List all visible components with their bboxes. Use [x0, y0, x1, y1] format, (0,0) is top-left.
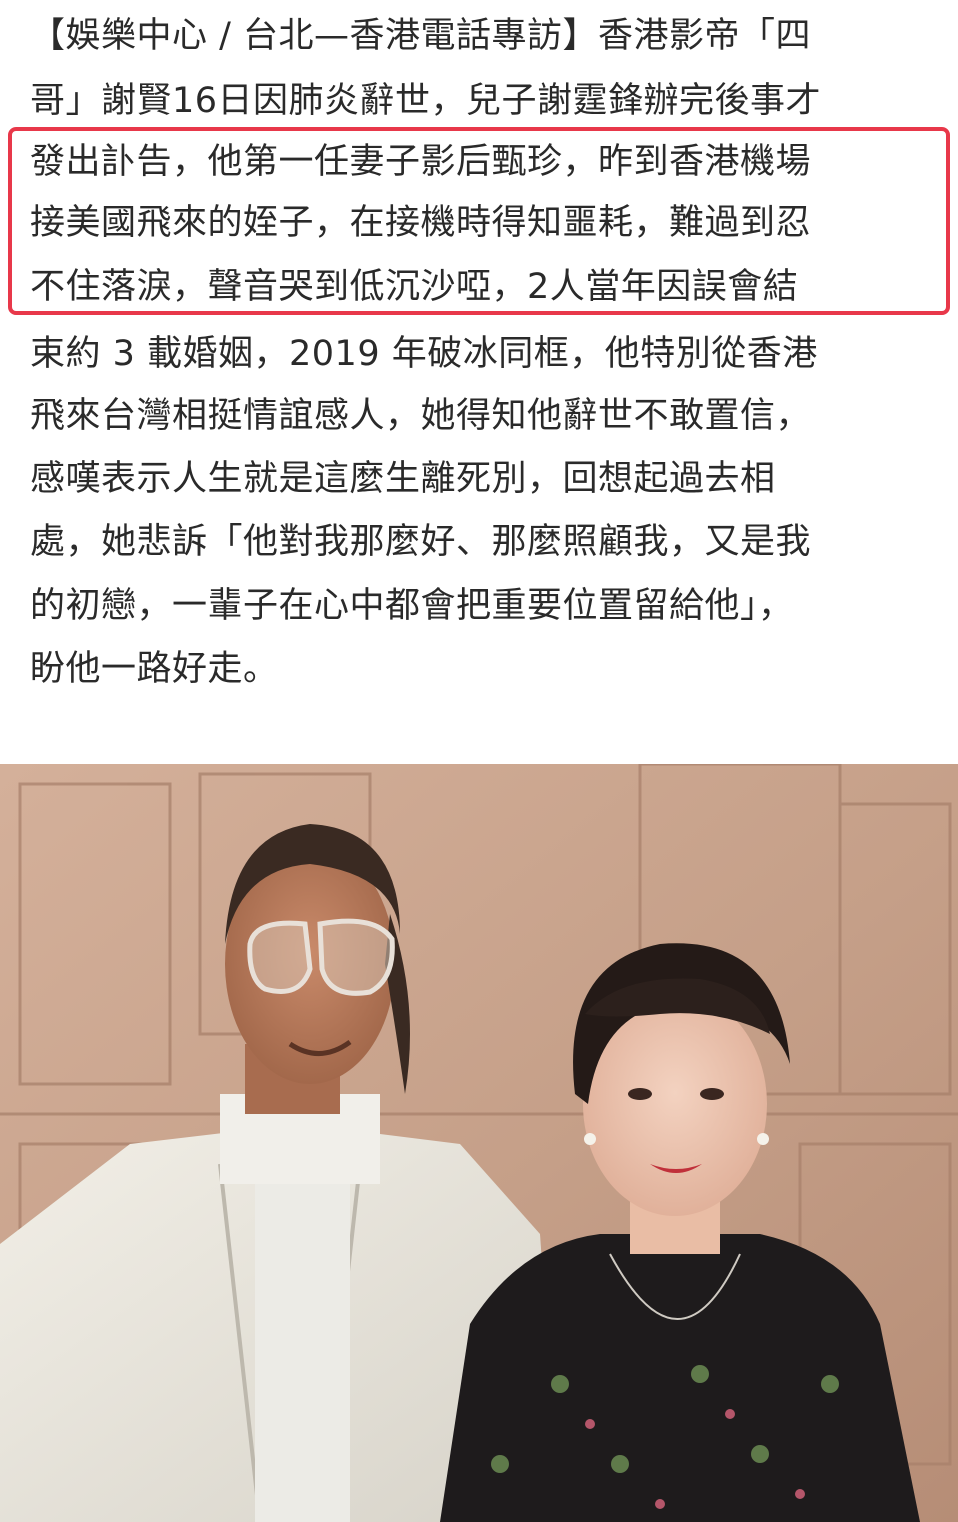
- photo-icon: [0, 764, 958, 1522]
- article-line: 的初戀，一輩子在心中都會把重要位置留給他」，: [30, 586, 794, 626]
- article-line: 處，她悲訴「他對我那麼好、那麼照顧我，又是我: [30, 522, 812, 562]
- article-line: 感嘆表示人生就是這麼生離死別，回想起過去相: [30, 459, 776, 499]
- article-line: 哥」謝賢16日因肺炎辭世，兒子謝霆鋒辦完後事才: [30, 81, 822, 121]
- article-text: 【娛樂中心 / 台北—香港電話專訪】香港影帝「四 哥」謝賢16日因肺炎辭世，兒子…: [0, 0, 958, 740]
- photo: [0, 764, 958, 1522]
- article-line: 飛來台灣相挺情誼感人，她得知他辭世不敢置信，: [30, 396, 812, 436]
- article-line: 盼他一路好走。: [30, 649, 279, 689]
- article-line: 束約 3 載婚姻，2019 年破冰同框，他特別從香港: [30, 334, 818, 374]
- highlight-box: [8, 127, 950, 315]
- article-line: 【娛樂中心 / 台北—香港電話專訪】香港影帝「四: [30, 16, 812, 56]
